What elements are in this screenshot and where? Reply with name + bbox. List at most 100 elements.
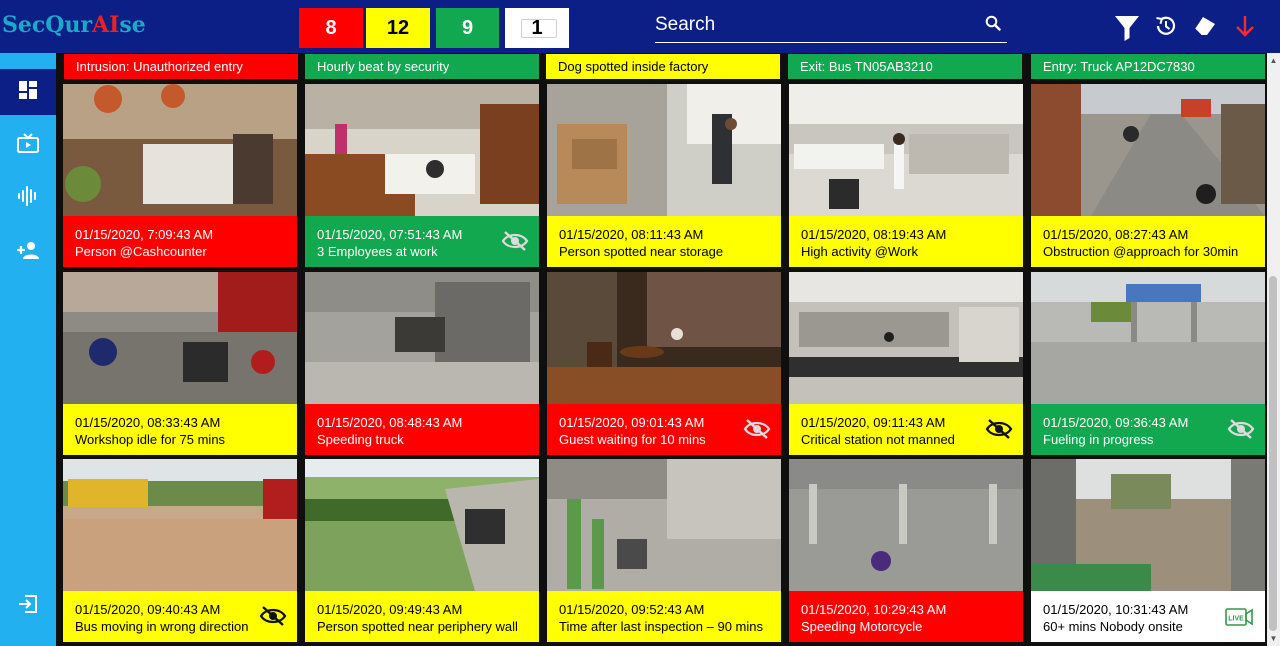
camera-feed-thumbnail xyxy=(547,84,781,216)
live-camera-icon[interactable]: LIVE xyxy=(1225,608,1253,630)
arrow-down-icon[interactable] xyxy=(1234,14,1256,43)
scroll-up-icon[interactable]: ▲ xyxy=(1267,54,1280,67)
camera-feed-thumbnail xyxy=(63,84,297,216)
camera-feed-thumbnail xyxy=(305,459,539,591)
strip-label: Entry: Truck AP12DC7830 xyxy=(1043,59,1195,74)
camera-feed-thumbnail xyxy=(63,459,297,591)
eye-off-icon[interactable] xyxy=(501,230,529,256)
event-description: Person @Cashcounter xyxy=(75,244,207,259)
camera-tile[interactable]: 01/15/2020, 09:52:43 AM Time after last … xyxy=(547,459,781,642)
event-timestamp: 01/15/2020, 7:09:43 AM xyxy=(75,227,214,242)
scrollbar-thumb[interactable] xyxy=(1269,276,1277,631)
camera-tile[interactable]: 01/15/2020, 08:19:43 AM High activity @W… xyxy=(789,84,1023,267)
event-description: Person spotted near periphery wall xyxy=(317,619,518,634)
event-timestamp: 01/15/2020, 08:11:43 AM xyxy=(559,227,704,242)
sidebar-item-live-tv[interactable] xyxy=(0,123,56,169)
warning-alert-count[interactable]: 12 xyxy=(366,8,430,48)
search-field[interactable]: Search xyxy=(655,6,1007,43)
eye-off-icon[interactable] xyxy=(985,418,1013,444)
event-description: Speeding truck xyxy=(317,432,404,447)
strip-label: Intrusion: Unauthorized entry xyxy=(76,59,243,74)
camera-feed-thumbnail xyxy=(547,459,781,591)
camera-tile[interactable]: 01/15/2020, 08:11:43 AM Person spotted n… xyxy=(547,84,781,267)
camera-feed-thumbnail xyxy=(789,84,1023,216)
sidebar-item-logout[interactable] xyxy=(0,583,56,629)
event-description: Speeding Motorcycle xyxy=(801,619,923,634)
event-info: 01/15/2020, 09:40:43 AM Bus moving in wr… xyxy=(63,591,297,642)
camera-tile[interactable]: 01/15/2020, 10:31:43 AM 60+ mins Nobody … xyxy=(1031,459,1265,642)
camera-tile[interactable]: 01/15/2020, 09:36:43 AM Fueling in progr… xyxy=(1031,272,1265,455)
sidebar-item-add-user[interactable] xyxy=(0,229,56,275)
event-info: 01/15/2020, 08:33:43 AM Workshop idle fo… xyxy=(63,404,297,455)
camera-feed-thumbnail xyxy=(789,272,1023,404)
search-label: Search xyxy=(655,14,716,35)
history-icon[interactable] xyxy=(1154,14,1178,43)
event-info: 01/15/2020, 09:49:43 AM Person spotted n… xyxy=(305,591,539,642)
top-bar: SecQurAIse 8 12 9 1 Search xyxy=(0,0,1280,53)
offline-camera-count[interactable]: 1 xyxy=(505,8,569,48)
camera-tile[interactable]: 01/15/2020, 10:29:43 AM Speeding Motorcy… xyxy=(789,459,1023,642)
camera-feed-thumbnail xyxy=(547,272,781,404)
event-info: 01/15/2020, 09:11:43 AM Critical station… xyxy=(789,404,1023,455)
camera-feed-thumbnail xyxy=(63,272,297,404)
logout-icon xyxy=(18,594,38,619)
camera-tile[interactable]: 01/15/2020, 09:01:43 AM Guest waiting fo… xyxy=(547,272,781,455)
event-info: 01/15/2020, 07:51:43 AM 3 Employees at w… xyxy=(305,216,539,267)
camera-tile[interactable]: 01/15/2020, 08:33:43 AM Workshop idle fo… xyxy=(63,272,297,455)
search-icon[interactable] xyxy=(985,15,1001,36)
dashboard-icon xyxy=(18,80,38,105)
event-info: 01/15/2020, 08:27:43 AM Obstruction @app… xyxy=(1031,216,1265,267)
camera-feed-thumbnail xyxy=(1031,459,1265,591)
event-info: 01/15/2020, 09:36:43 AM Fueling in progr… xyxy=(1031,404,1265,455)
camera-feed-thumbnail xyxy=(789,459,1023,591)
event-info: 01/15/2020, 08:11:43 AM Person spotted n… xyxy=(547,216,781,267)
eye-off-icon[interactable] xyxy=(1227,418,1255,444)
sidebar-item-dashboard[interactable] xyxy=(0,69,56,115)
event-info: 01/15/2020, 09:01:43 AM Guest waiting fo… xyxy=(547,404,781,455)
event-timestamp: 01/15/2020, 08:33:43 AM xyxy=(75,415,221,430)
camera-tile[interactable]: 01/15/2020, 7:09:43 AM Person @Cashcount… xyxy=(63,84,297,267)
strip-label: Dog spotted inside factory xyxy=(558,59,709,74)
camera-tile[interactable]: 01/15/2020, 09:40:43 AM Bus moving in wr… xyxy=(63,459,297,642)
alert-strip[interactable]: Intrusion: Unauthorized entry xyxy=(64,54,298,79)
camera-feed-thumbnail xyxy=(305,272,539,404)
alert-strip[interactable]: Exit: Bus TN05AB3210 xyxy=(788,54,1022,79)
live-tv-icon xyxy=(16,132,40,160)
event-timestamp: 01/15/2020, 09:49:43 AM xyxy=(317,602,463,617)
event-description: Obstruction @approach for 30min xyxy=(1043,244,1239,259)
event-description: High activity @Work xyxy=(801,244,918,259)
camera-feed-thumbnail xyxy=(1031,84,1265,216)
filter-icon[interactable] xyxy=(1114,14,1140,47)
event-info: 01/15/2020, 10:29:43 AM Speeding Motorcy… xyxy=(789,591,1023,642)
camera-feed-thumbnail xyxy=(305,84,539,216)
event-timestamp: 01/15/2020, 08:19:43 AM xyxy=(801,227,947,242)
camera-tile[interactable]: 01/15/2020, 07:51:43 AM 3 Employees at w… xyxy=(305,84,539,267)
sidebar-item-audio[interactable] xyxy=(0,175,56,221)
eraser-icon[interactable] xyxy=(1193,14,1217,43)
event-description: Person spotted near storage xyxy=(559,244,724,259)
critical-alert-count[interactable]: 8 xyxy=(299,8,363,48)
camera-tile[interactable]: 01/15/2020, 08:48:43 AM Speeding truck xyxy=(305,272,539,455)
add-user-icon xyxy=(16,240,40,265)
event-timestamp: 01/15/2020, 08:27:43 AM xyxy=(1043,227,1189,242)
alert-strip[interactable]: Hourly beat by security xyxy=(305,54,539,79)
event-timestamp: 01/15/2020, 10:29:43 AM xyxy=(801,602,947,617)
camera-tile[interactable]: 01/15/2020, 08:27:43 AM Obstruction @app… xyxy=(1031,84,1265,267)
brand-logo: SecQurAIse xyxy=(2,12,146,38)
event-timestamp: 01/15/2020, 08:48:43 AM xyxy=(317,415,463,430)
alert-strip[interactable]: Dog spotted inside factory xyxy=(546,54,780,79)
sidebar xyxy=(0,53,56,646)
eye-off-icon[interactable] xyxy=(259,605,287,631)
camera-tile[interactable]: 01/15/2020, 09:49:43 AM Person spotted n… xyxy=(305,459,539,642)
camera-tile[interactable]: 01/15/2020, 09:11:43 AM Critical station… xyxy=(789,272,1023,455)
event-description: Workshop idle for 75 mins xyxy=(75,432,226,447)
event-info: 01/15/2020, 7:09:43 AM Person @Cashcount… xyxy=(63,216,297,267)
camera-feed-thumbnail xyxy=(1031,272,1265,404)
eye-off-icon[interactable] xyxy=(743,418,771,444)
alert-strip[interactable]: Entry: Truck AP12DC7830 xyxy=(1031,54,1265,79)
event-info: 01/15/2020, 08:48:43 AM Speeding truck xyxy=(305,404,539,455)
normal-event-count[interactable]: 9 xyxy=(436,8,499,48)
scroll-down-icon[interactable]: ▼ xyxy=(1267,632,1280,645)
event-info: 01/15/2020, 10:31:43 AM 60+ mins Nobody … xyxy=(1031,591,1265,642)
svg-text:LIVE: LIVE xyxy=(1228,616,1244,623)
